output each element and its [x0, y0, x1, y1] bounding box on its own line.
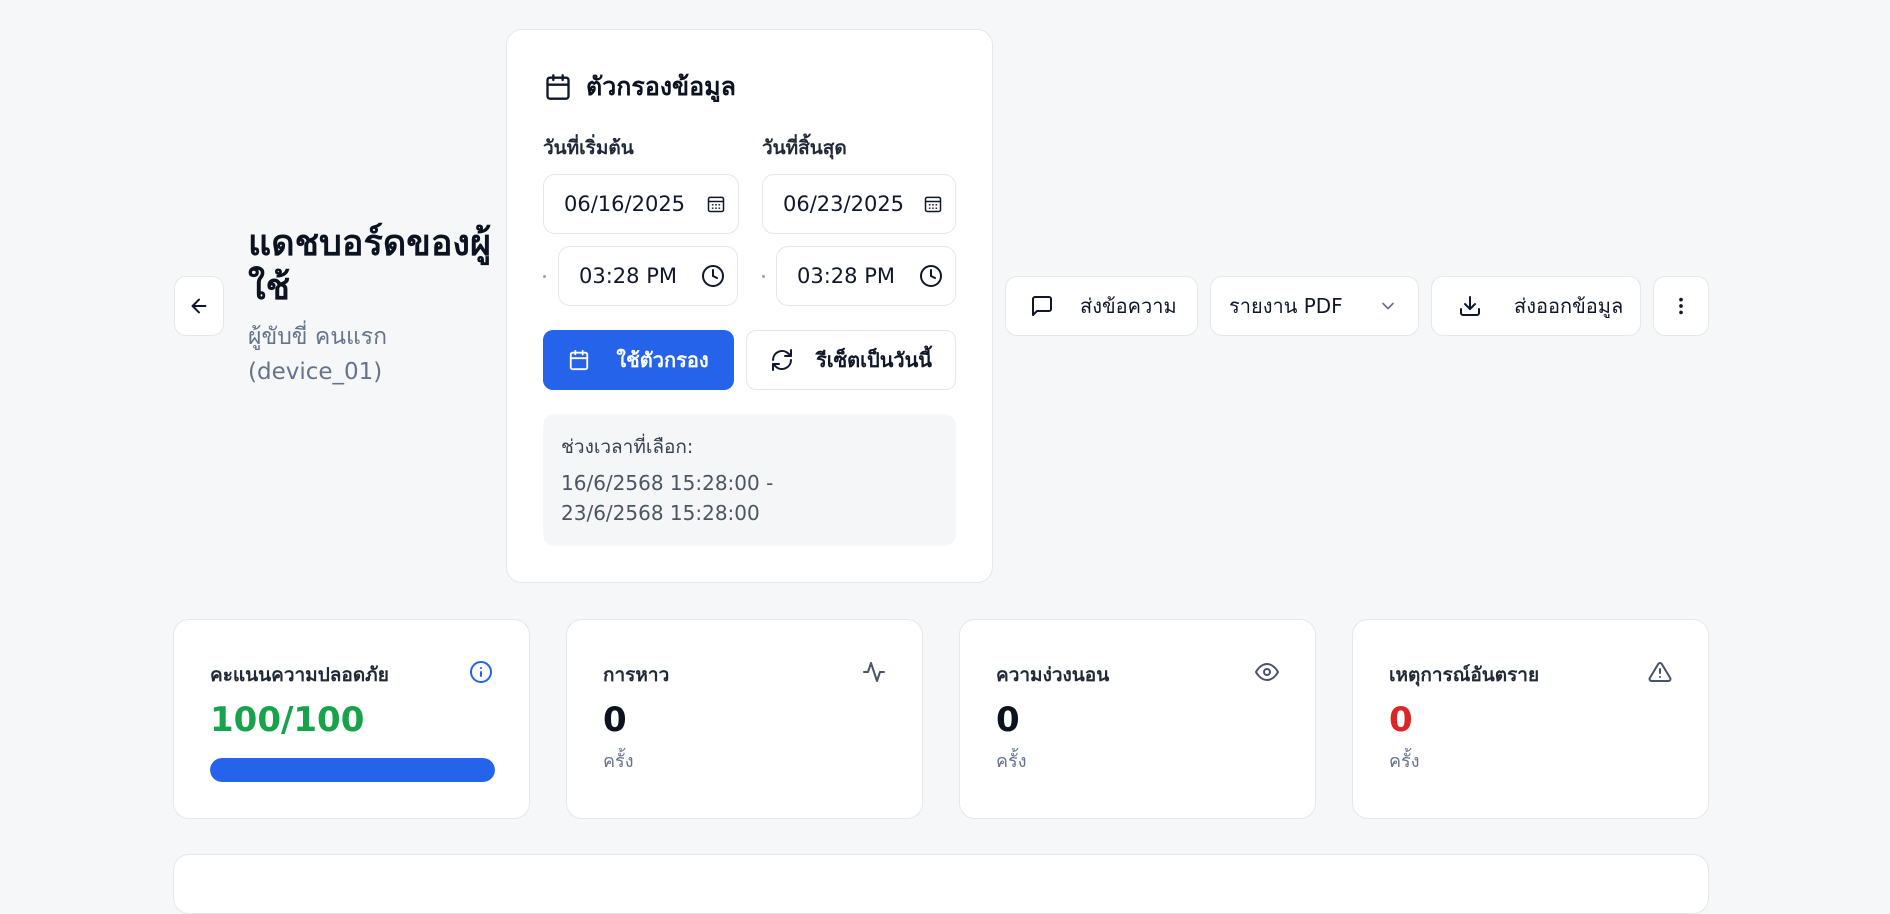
drowsiness-unit: ครั้ง: [996, 751, 1027, 772]
date-picker-icon[interactable]: [706, 194, 726, 214]
start-date-value: 06/16/2025: [564, 192, 686, 216]
yawn-card: การหาว 0 ครั้ง: [566, 619, 923, 819]
reset-today-button[interactable]: รีเซ็ตเป็นวันนี้: [746, 330, 956, 390]
eye-icon: [1255, 660, 1279, 684]
report-format-value: รายงาน PDF: [1229, 294, 1343, 318]
yawn-unit: ครั้ง: [603, 751, 634, 772]
danger-events-label: เหตุการณ์อันตราย: [1389, 664, 1540, 686]
separator-dot: [543, 275, 546, 278]
start-date-input[interactable]: 06/16/2025: [543, 174, 739, 234]
refresh-icon: [770, 348, 794, 372]
back-button[interactable]: [174, 276, 224, 336]
drowsiness-label: ความง่วงนอน: [996, 664, 1110, 686]
selected-range-value: 16/6/2568 15:28:00 - 23/6/2568 15:28:00: [561, 471, 774, 525]
content-card: [173, 854, 1709, 914]
report-format-select[interactable]: รายงาน PDF: [1210, 276, 1419, 336]
info-icon[interactable]: [469, 660, 493, 684]
send-message-label: ส่งข้อความ: [1080, 294, 1177, 318]
danger-events-card: เหตุการณ์อันตราย 0 ครั้ง: [1352, 619, 1709, 819]
chevron-down-icon: [1378, 296, 1398, 316]
end-date-label: วันที่สิ้นสุด: [762, 137, 847, 159]
export-data-button[interactable]: ส่งออกข้อมูล: [1431, 276, 1641, 336]
drowsiness-card: ความง่วงนอน 0 ครั้ง: [959, 619, 1316, 819]
safety-score-label: คะแนนความปลอดภัย: [210, 664, 389, 686]
back-arrow-icon: [188, 295, 210, 317]
end-time-value: 03:28 PM: [797, 264, 895, 288]
separator-dot: [762, 275, 765, 278]
more-vertical-icon: [1670, 295, 1692, 317]
download-icon: [1458, 294, 1482, 318]
apply-filter-button[interactable]: ใช้ตัวกรอง: [543, 330, 734, 390]
start-time-value: 03:28 PM: [579, 264, 677, 288]
yawn-label: การหาว: [603, 664, 670, 686]
calendar-icon: [568, 349, 590, 371]
reset-today-label: รีเซ็ตเป็นวันนี้: [816, 348, 932, 372]
safety-score-progress: [210, 758, 495, 782]
apply-filter-label: ใช้ตัวกรอง: [616, 348, 709, 372]
more-options-button[interactable]: [1653, 276, 1709, 336]
start-date-label: วันที่เริ่มต้น: [543, 137, 634, 159]
date-picker-icon[interactable]: [923, 194, 943, 214]
filter-title: ตัวกรองข้อมูล: [586, 72, 736, 101]
send-message-button[interactable]: ส่งข้อความ: [1005, 276, 1198, 336]
end-date-input[interactable]: 06/23/2025: [762, 174, 956, 234]
selected-range-label: ช่วงเวลาที่เลือก:: [561, 436, 694, 458]
page-subtitle: ผู้ขับขี่ คนแรก (device_01): [248, 324, 388, 385]
end-time-input[interactable]: 03:28 PM: [776, 246, 956, 306]
danger-events-unit: ครั้ง: [1389, 751, 1420, 772]
calendar-icon: [544, 73, 572, 101]
message-icon: [1030, 294, 1054, 318]
filter-header: ตัวกรองข้อมูล: [544, 70, 736, 104]
safety-score-progress-fill: [210, 758, 495, 782]
safety-score-card: คะแนนความปลอดภัย 100/100: [173, 619, 530, 819]
warning-icon: [1648, 660, 1672, 684]
activity-icon: [862, 660, 886, 684]
start-time-input[interactable]: 03:28 PM: [558, 246, 738, 306]
page-title: แดชบอร์ดของผู้ใช้: [248, 223, 492, 308]
selected-range-box: ช่วงเวลาที่เลือก: 16/6/2568 15:28:00 - 2…: [543, 414, 956, 546]
danger-events-value: 0: [1389, 700, 1413, 740]
export-data-label: ส่งออกข้อมูล: [1514, 294, 1624, 318]
drowsiness-value: 0: [996, 700, 1020, 740]
yawn-value: 0: [603, 700, 627, 740]
clock-icon[interactable]: [919, 264, 943, 288]
clock-icon[interactable]: [701, 264, 725, 288]
safety-score-value: 100/100: [210, 700, 365, 740]
end-date-value: 06/23/2025: [783, 192, 905, 216]
